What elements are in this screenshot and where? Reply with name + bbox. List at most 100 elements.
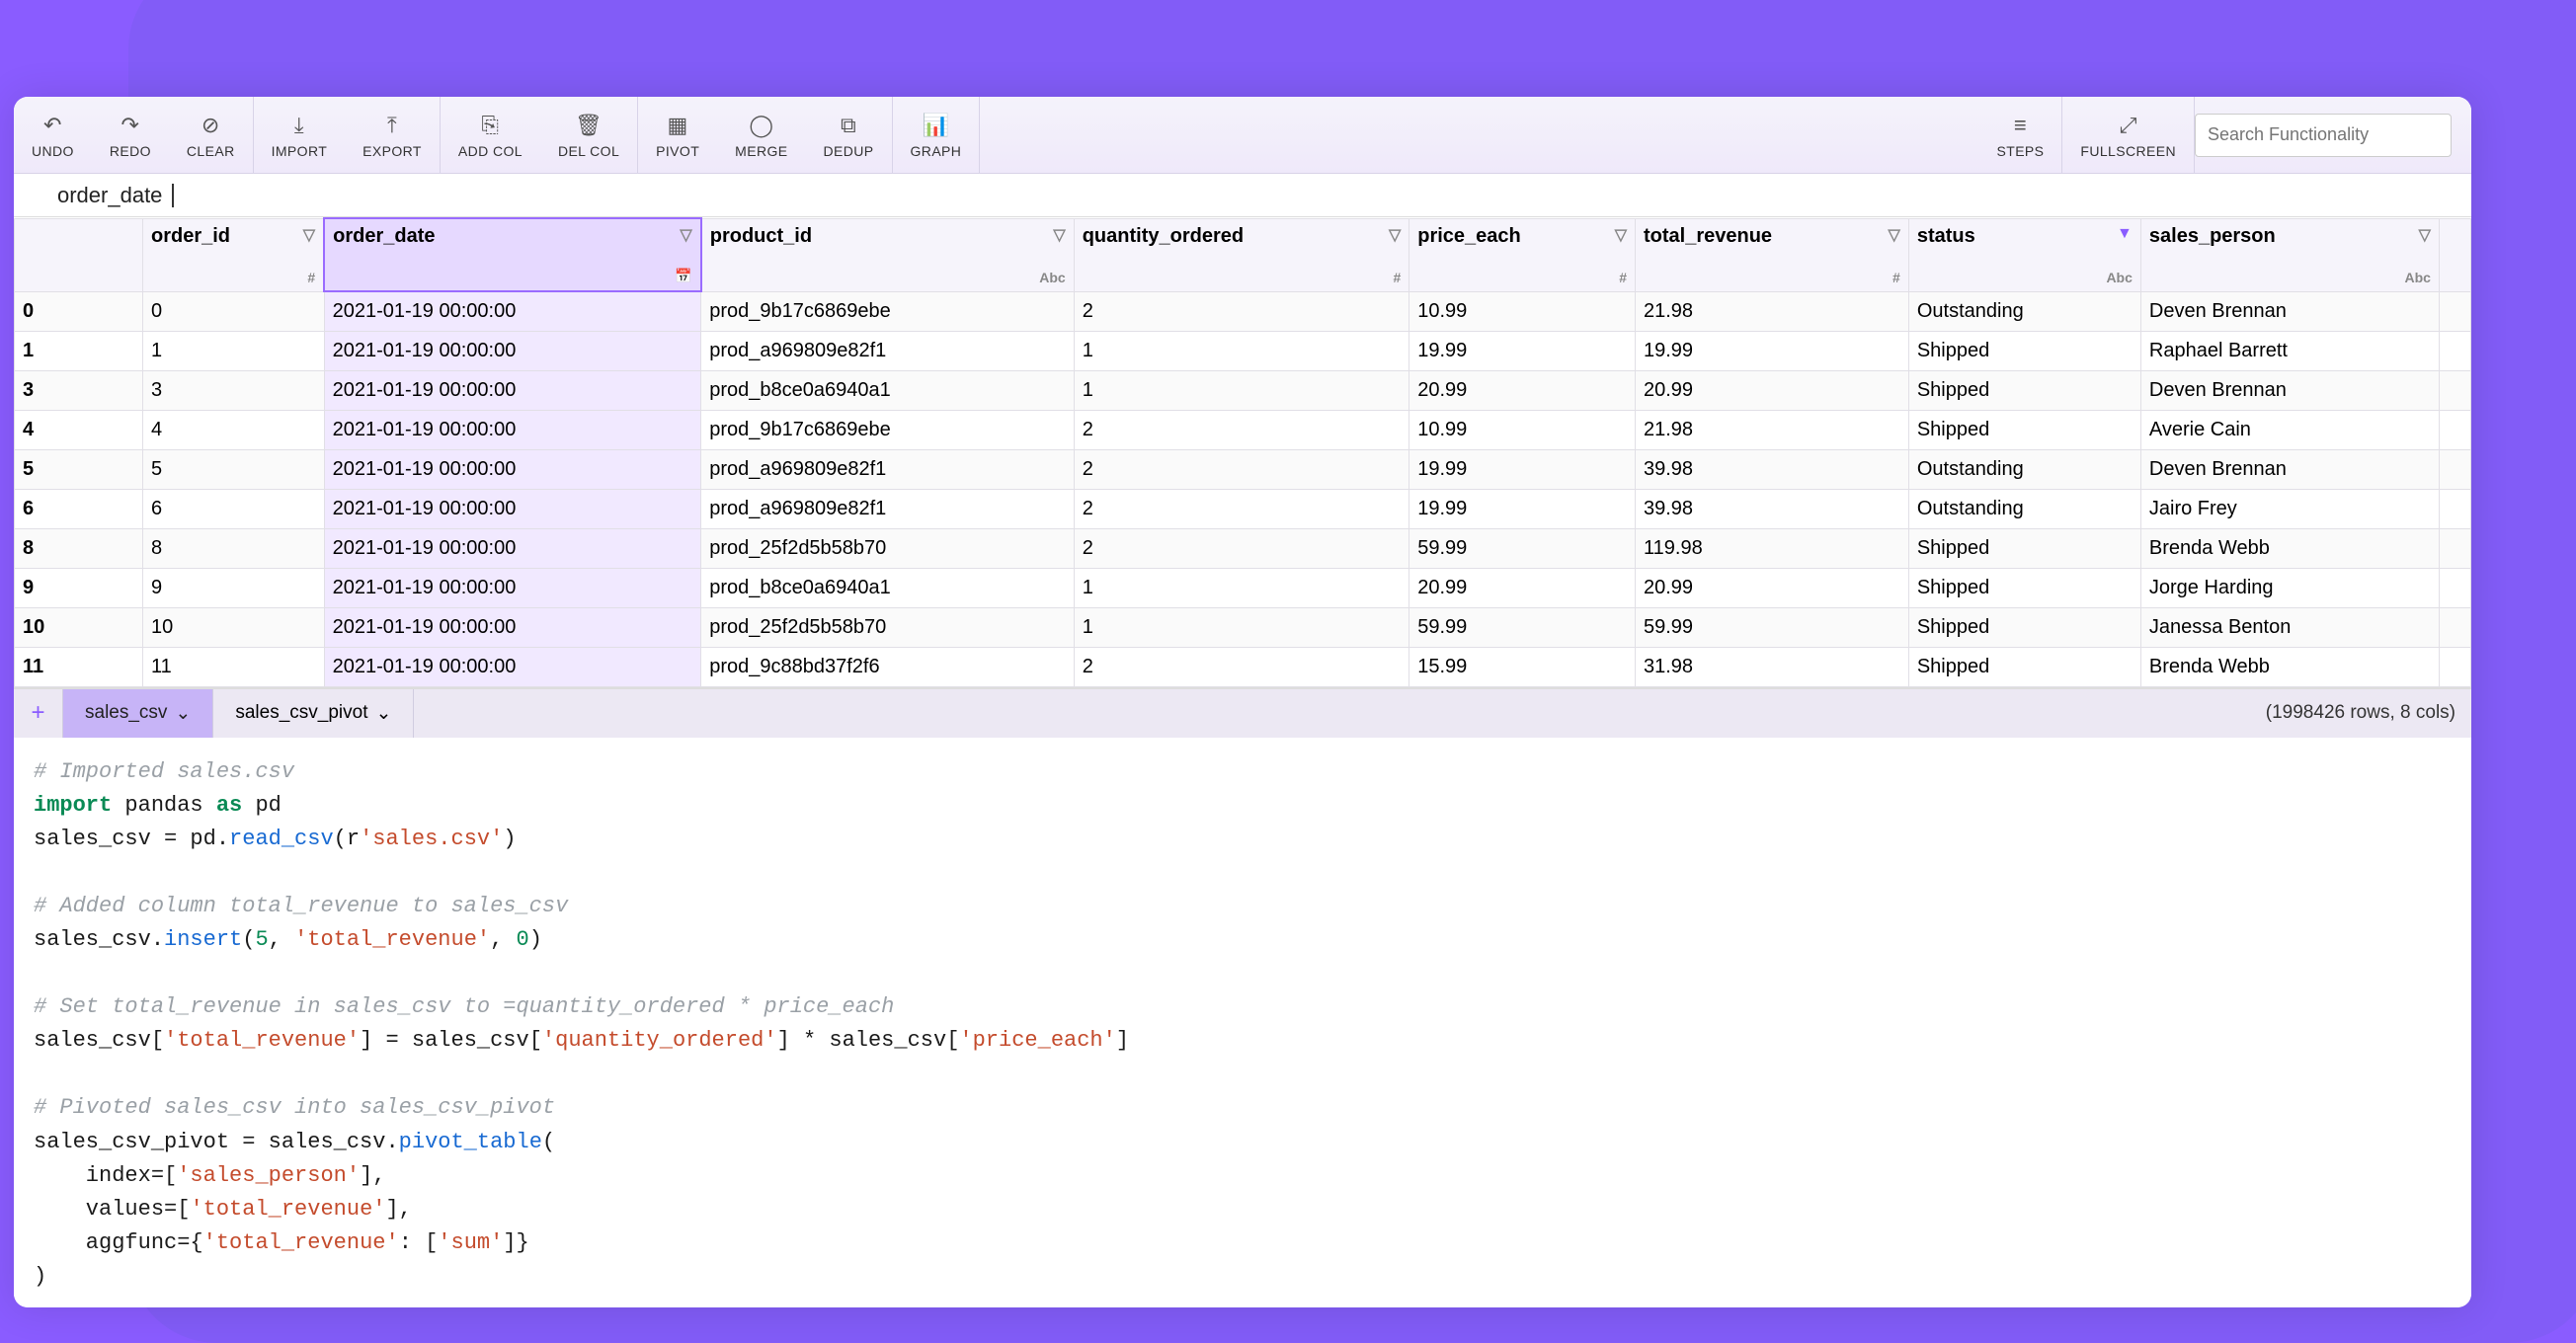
cell-order_date[interactable]: 2021-01-19 00:00:00 (324, 370, 701, 410)
cell-sales_person[interactable]: Brenda Webb (2140, 647, 2439, 686)
import-button[interactable]: ⤓IMPORT (254, 97, 346, 173)
cell-sales_person[interactable]: Jorge Harding (2140, 568, 2439, 607)
cell-order_date[interactable]: 2021-01-19 00:00:00 (324, 568, 701, 607)
cell-sales_person[interactable]: Jairo Frey (2140, 489, 2439, 528)
cell-status[interactable]: Shipped (1908, 370, 2140, 410)
cell-sales_person[interactable]: Averie Cain (2140, 410, 2439, 449)
merge-button[interactable]: ◯MERGE (717, 97, 805, 173)
cell-status[interactable]: Shipped (1908, 528, 2140, 568)
cell-quantity_ordered[interactable]: 2 (1074, 291, 1409, 331)
column-header-product_id[interactable]: product_id▽Abc (701, 218, 1074, 291)
table-row[interactable]: 332021-01-19 00:00:00prod_b8ce0a6940a112… (15, 370, 2471, 410)
cell-sales_person[interactable]: Deven Brennan (2140, 291, 2439, 331)
table-row[interactable]: 662021-01-19 00:00:00prod_a969809e82f121… (15, 489, 2471, 528)
table-row[interactable]: 992021-01-19 00:00:00prod_b8ce0a6940a112… (15, 568, 2471, 607)
clear-button[interactable]: ⊘CLEAR (169, 97, 253, 173)
cell-product_id[interactable]: prod_a969809e82f1 (701, 449, 1074, 489)
cell-product_id[interactable]: prod_9b17c6869ebe (701, 291, 1074, 331)
filter-icon[interactable]: ▽ (1889, 225, 1900, 245)
undo-button[interactable]: ↶UNDO (14, 97, 92, 173)
column-header-order_id[interactable]: order_id▽# (143, 218, 325, 291)
cell-product_id[interactable]: prod_25f2d5b58b70 (701, 607, 1074, 647)
cell-total_revenue[interactable]: 20.99 (1636, 568, 1909, 607)
sheet-tab-sales_csv_pivot[interactable]: sales_csv_pivot⌄ (213, 689, 414, 738)
cell-sales_person[interactable]: Deven Brennan (2140, 370, 2439, 410)
column-header-price_each[interactable]: price_each▽# (1409, 218, 1636, 291)
row-index[interactable]: 1 (15, 331, 143, 370)
cell-status[interactable]: Shipped (1908, 607, 2140, 647)
cell-order_id[interactable]: 0 (143, 291, 325, 331)
filter-icon[interactable]: ▽ (303, 225, 315, 245)
column-header-quantity_ordered[interactable]: quantity_ordered▽# (1074, 218, 1409, 291)
cell-order_id[interactable]: 3 (143, 370, 325, 410)
row-index[interactable]: 3 (15, 370, 143, 410)
row-index-header[interactable] (15, 218, 143, 291)
cell-sales_person[interactable]: Raphael Barrett (2140, 331, 2439, 370)
pivot-button[interactable]: ▦PIVOT (638, 97, 717, 173)
row-index[interactable]: 4 (15, 410, 143, 449)
cell-sales_person[interactable]: Janessa Benton (2140, 607, 2439, 647)
filter-icon[interactable]: ▽ (2419, 225, 2431, 245)
cell-total_revenue[interactable]: 19.99 (1636, 331, 1909, 370)
cell-quantity_ordered[interactable]: 2 (1074, 449, 1409, 489)
cell-status[interactable]: Shipped (1908, 568, 2140, 607)
cell-order_id[interactable]: 6 (143, 489, 325, 528)
cell-quantity_ordered[interactable]: 2 (1074, 528, 1409, 568)
cell-price_each[interactable]: 19.99 (1409, 449, 1636, 489)
row-index[interactable]: 11 (15, 647, 143, 686)
cell-total_revenue[interactable]: 39.98 (1636, 489, 1909, 528)
column-header-order_date[interactable]: order_date▽📅 (324, 218, 701, 291)
cell-price_each[interactable]: 15.99 (1409, 647, 1636, 686)
row-index[interactable]: 5 (15, 449, 143, 489)
cell-price_each[interactable]: 20.99 (1409, 370, 1636, 410)
table-row[interactable]: 11112021-01-19 00:00:00prod_9c88bd37f2f6… (15, 647, 2471, 686)
row-index[interactable]: 0 (15, 291, 143, 331)
column-header-sales_person[interactable]: sales_person▽Abc (2140, 218, 2439, 291)
filter-icon[interactable]: ▽ (1389, 225, 1401, 245)
cell-total_revenue[interactable]: 39.98 (1636, 449, 1909, 489)
filter-icon[interactable]: ▼ (2117, 225, 2133, 243)
cell-status[interactable]: Outstanding (1908, 489, 2140, 528)
chevron-down-icon[interactable]: ⌄ (375, 702, 391, 725)
cell-order_id[interactable]: 9 (143, 568, 325, 607)
cell-total_revenue[interactable]: 119.98 (1636, 528, 1909, 568)
cell-sales_person[interactable]: Deven Brennan (2140, 449, 2439, 489)
cell-status[interactable]: Outstanding (1908, 291, 2140, 331)
cell-status[interactable]: Shipped (1908, 410, 2140, 449)
steps-button[interactable]: ≡STEPS (1979, 97, 2062, 173)
row-index[interactable]: 8 (15, 528, 143, 568)
column-header-total_revenue[interactable]: total_revenue▽# (1636, 218, 1909, 291)
table-row[interactable]: 10102021-01-19 00:00:00prod_25f2d5b58b70… (15, 607, 2471, 647)
cell-total_revenue[interactable]: 21.98 (1636, 291, 1909, 331)
cell-product_id[interactable]: prod_b8ce0a6940a1 (701, 370, 1074, 410)
cell-quantity_ordered[interactable]: 2 (1074, 489, 1409, 528)
cell-price_each[interactable]: 10.99 (1409, 410, 1636, 449)
filter-icon[interactable]: ▽ (1053, 225, 1065, 245)
cell-status[interactable]: Shipped (1908, 331, 2140, 370)
table-row[interactable]: 002021-01-19 00:00:00prod_9b17c6869ebe21… (15, 291, 2471, 331)
cell-product_id[interactable]: prod_a969809e82f1 (701, 331, 1074, 370)
row-index[interactable]: 10 (15, 607, 143, 647)
cell-price_each[interactable]: 20.99 (1409, 568, 1636, 607)
cell-order_date[interactable]: 2021-01-19 00:00:00 (324, 528, 701, 568)
table-row[interactable]: 112021-01-19 00:00:00prod_a969809e82f111… (15, 331, 2471, 370)
cell-total_revenue[interactable]: 20.99 (1636, 370, 1909, 410)
cell-price_each[interactable]: 19.99 (1409, 489, 1636, 528)
fullscreen-button[interactable]: ⤢FULLSCREEN (2062, 97, 2194, 173)
cell-order_date[interactable]: 2021-01-19 00:00:00 (324, 291, 701, 331)
cell-order_id[interactable]: 11 (143, 647, 325, 686)
cell-price_each[interactable]: 59.99 (1409, 528, 1636, 568)
del-col-button[interactable]: 🗑DEL COL (540, 97, 637, 173)
cell-product_id[interactable]: prod_25f2d5b58b70 (701, 528, 1074, 568)
table-row[interactable]: 552021-01-19 00:00:00prod_a969809e82f121… (15, 449, 2471, 489)
filter-icon[interactable]: ▽ (1615, 225, 1627, 245)
sheet-tab-sales_csv[interactable]: sales_csv⌄ (63, 689, 213, 738)
row-index[interactable]: 6 (15, 489, 143, 528)
cell-order_date[interactable]: 2021-01-19 00:00:00 (324, 647, 701, 686)
cell-total_revenue[interactable]: 59.99 (1636, 607, 1909, 647)
cell-status[interactable]: Shipped (1908, 647, 2140, 686)
redo-button[interactable]: ↷REDO (92, 97, 169, 173)
cell-total_revenue[interactable]: 21.98 (1636, 410, 1909, 449)
search-input[interactable] (2195, 114, 2452, 157)
filter-icon[interactable]: ▽ (680, 225, 691, 245)
